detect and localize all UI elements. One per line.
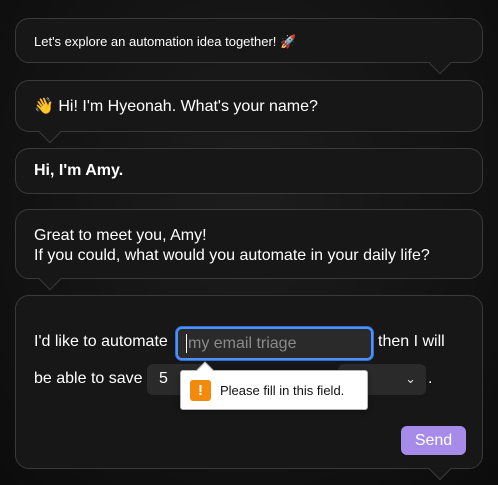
- bubble-tail: [428, 457, 452, 481]
- message-text: 👋 Hi! I'm Hyeonah. What's your name?: [34, 98, 318, 115]
- bubble-tail: [428, 51, 452, 75]
- automation-task-input[interactable]: [176, 327, 373, 360]
- warning-icon: !: [190, 380, 211, 401]
- form-save-text: be able to save: [34, 370, 143, 387]
- bubble-tail: [38, 267, 62, 291]
- message-text: Let's explore an automation idea togethe…: [34, 34, 297, 49]
- user-message-name: Hi, I'm Amy.: [15, 148, 483, 194]
- message-text: Hi, I'm Amy.: [34, 162, 124, 179]
- form-end-punctuation: .: [428, 370, 433, 387]
- assistant-message-question: Great to meet you, Amy! If you could, wh…: [15, 209, 483, 291]
- message-line: Great to meet you, Amy!: [34, 227, 207, 244]
- text-caret: [186, 334, 187, 353]
- assistant-message-intro: Let's explore an automation idea togethe…: [15, 18, 483, 75]
- message-text: Great to meet you, Amy! If you could, wh…: [34, 226, 430, 266]
- chevron-down-icon: ⌄: [405, 371, 416, 386]
- send-button[interactable]: Send: [401, 426, 466, 455]
- validation-tooltip: ! Please fill in this field.: [180, 361, 368, 410]
- bubble-tail: [38, 120, 62, 144]
- validation-message: Please fill in this field.: [220, 383, 345, 398]
- message-line: If you could, what would you automate in…: [34, 247, 430, 264]
- form-then-text: then I will: [378, 333, 445, 350]
- time-amount-value: 5: [159, 370, 168, 387]
- assistant-message-greeting: 👋 Hi! I'm Hyeonah. What's your name?: [15, 80, 483, 144]
- form-lead-text: I'd like to automate: [34, 333, 168, 350]
